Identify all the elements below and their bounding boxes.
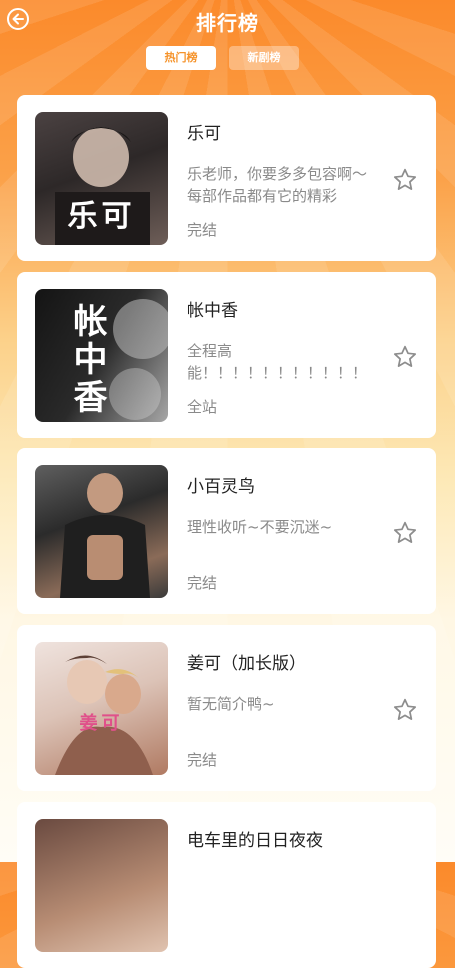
item-status: 全站 — [187, 398, 218, 416]
tab-new[interactable]: 新剧榜 — [229, 46, 299, 70]
item-name: 姜可（加长版） — [187, 654, 306, 674]
item-name: 帐中香 — [187, 301, 238, 321]
list-item[interactable]: 乐可 乐可 乐老师，你要多多包容啊～每部作品都有它的精彩 完结 — [17, 95, 436, 261]
cover-image — [35, 819, 168, 952]
list-item[interactable]: 电车里的日日夜夜 — [17, 802, 436, 968]
page-title: 排行榜 — [196, 11, 259, 35]
header-bar: 排行榜 — [0, 0, 455, 44]
item-desc: 暂无简介鸭~ — [187, 695, 275, 713]
item-desc: 理性收听~不要沉迷~ — [187, 518, 333, 536]
tab-hot[interactable]: 热门榜 — [146, 46, 216, 70]
item-name: 乐可 — [187, 124, 221, 144]
list-item[interactable]: 帐中香 帐中香 全程高 能！！！！！！！！！！！ 全站 — [17, 272, 436, 438]
list-item[interactable]: 小百灵鸟 理性收听~不要沉迷~ 完结 — [17, 448, 436, 614]
item-desc: 乐老师，你要多多包容啊～每部作品都有它的精彩 — [187, 165, 368, 205]
star-icon[interactable] — [392, 520, 418, 546]
item-status: 完结 — [187, 574, 218, 592]
item-name: 电车里的日日夜夜 — [187, 831, 323, 851]
cover-image: 姜可 — [35, 642, 168, 775]
star-icon[interactable] — [392, 344, 418, 370]
cover-image: 帐中香 — [35, 289, 168, 422]
item-name: 小百灵鸟 — [187, 477, 255, 497]
cover-image: 乐可 — [35, 112, 168, 245]
item-desc: 全程高 能！！！！！！！！！！！ — [187, 342, 368, 382]
cover-title-text: 乐可 — [67, 199, 136, 234]
cover-title-text: 姜可 — [79, 713, 124, 734]
star-icon[interactable] — [392, 697, 418, 723]
cover-title-text: 帐中香 — [67, 303, 107, 417]
list-item[interactable]: 姜可 姜可（加长版） 暂无简介鸭~ 完结 — [17, 625, 436, 791]
item-status: 完结 — [187, 751, 218, 769]
rank-tabs: 热门榜 新剧榜 — [0, 46, 455, 70]
item-status: 完结 — [187, 221, 218, 239]
cover-image — [35, 465, 168, 598]
star-icon[interactable] — [392, 167, 418, 193]
